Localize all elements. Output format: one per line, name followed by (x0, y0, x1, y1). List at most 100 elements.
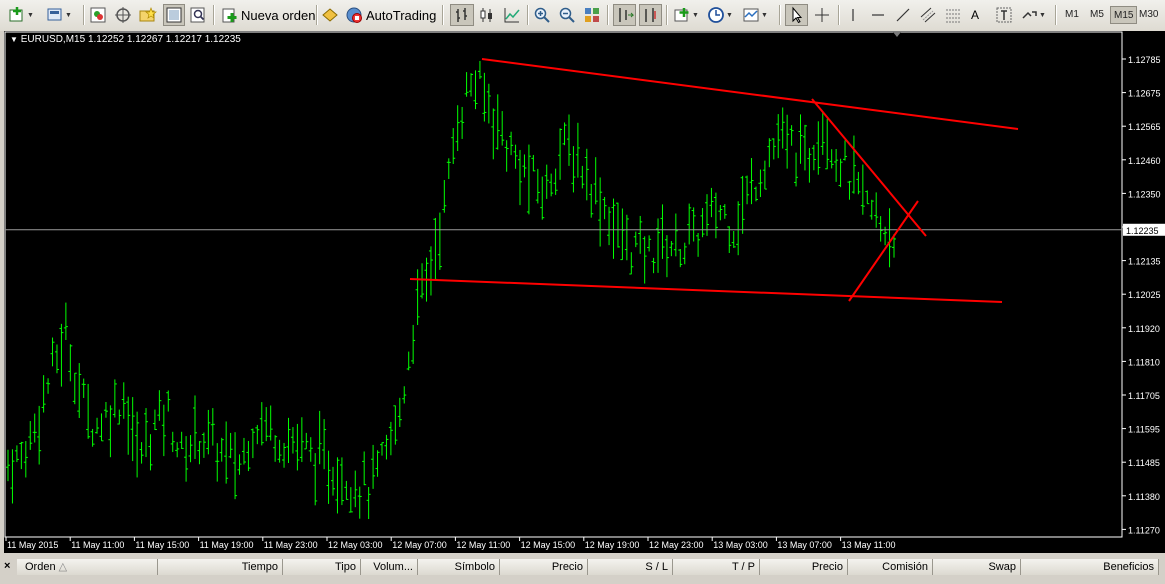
fibonacci-button[interactable] (944, 4, 962, 26)
price-bar (473, 70, 478, 110)
price-chart[interactable]: 1.12785 1.12675 1.12565 1.12460 1.12350 1.121… (4, 31, 1165, 553)
channel-icon (919, 6, 937, 24)
price-bar (46, 378, 51, 394)
price-bar (206, 409, 211, 455)
crosshair-button[interactable] (813, 4, 831, 26)
time-label: 11 May 15:00 (135, 540, 189, 550)
price-label: 1.12675 (1128, 89, 1161, 99)
price-bar (437, 212, 442, 270)
indicators-button[interactable]: ▼ (673, 4, 699, 26)
metaeditor-button[interactable] (321, 4, 339, 26)
price-bar (629, 252, 634, 275)
timeframe-m1[interactable]: M1 (1062, 6, 1082, 24)
price-bar (108, 405, 113, 458)
price-bar (411, 324, 416, 364)
col-simbolo[interactable]: Símbolo (418, 559, 500, 575)
channel-button[interactable] (919, 4, 937, 26)
price-bar (887, 208, 892, 268)
price-bar (277, 439, 282, 463)
col-beneficios[interactable]: Beneficios (1021, 559, 1159, 575)
periods-button[interactable]: ▼ (707, 4, 733, 26)
col-swap[interactable]: Swap (933, 559, 1021, 575)
text-label-button[interactable] (995, 4, 1013, 26)
trendline-button[interactable] (894, 4, 912, 26)
trendline[interactable] (481, 58, 1019, 130)
chart-canvas[interactable]: 1.12785 1.12675 1.12565 1.12460 1.12350 1.121… (4, 31, 1165, 553)
price-bar (802, 124, 807, 171)
cursor-button[interactable] (785, 4, 808, 26)
price-bar (789, 125, 794, 146)
tile-windows-button[interactable] (583, 4, 601, 26)
price-bar (615, 202, 620, 248)
price-bar (353, 470, 358, 508)
auto-scroll-button[interactable] (613, 4, 636, 26)
col-orden[interactable]: Orden △ (17, 559, 158, 575)
bar-chart-button[interactable] (450, 4, 474, 26)
time-label: 12 May 23:00 (649, 540, 704, 550)
col-tp[interactable]: T / P (673, 559, 760, 575)
col-tipo[interactable]: Tipo (283, 559, 361, 575)
price-bar (41, 375, 46, 413)
col-precio[interactable]: Precio (500, 559, 588, 575)
price-bar (54, 344, 59, 374)
market-watch-button[interactable] (89, 4, 107, 26)
price-label: 1.12135 (1128, 257, 1161, 267)
col-comision[interactable]: Comisión (848, 559, 933, 575)
horizontal-line-button[interactable] (869, 4, 887, 26)
trendline[interactable] (409, 278, 1003, 303)
price-bar (660, 204, 665, 259)
price-bar (709, 187, 714, 218)
new-chart-icon (8, 6, 26, 24)
arrows-button[interactable]: ▼ (1020, 4, 1046, 26)
data-window-button[interactable] (163, 4, 185, 26)
price-bar (130, 397, 135, 462)
price-bar (286, 417, 291, 463)
price-bar (152, 409, 157, 431)
price-bar (250, 428, 255, 459)
price-bar (295, 423, 300, 471)
navigator-button[interactable] (114, 4, 132, 26)
close-icon[interactable]: × (4, 560, 10, 572)
profiles-button[interactable]: ▼ (46, 4, 72, 26)
time-label: 12 May 11:00 (456, 540, 510, 550)
price-bar (28, 421, 33, 450)
timeframe-m5[interactable]: M5 (1087, 6, 1107, 24)
timeframe-m15[interactable]: M15 (1110, 6, 1138, 24)
col-sl[interactable]: S / L (588, 559, 673, 575)
new-order-button[interactable]: Nueva orden (220, 4, 315, 26)
collapse-arrow-icon[interactable]: ▼ (10, 35, 18, 44)
trendline[interactable] (848, 200, 919, 302)
templates-button[interactable]: ▼ (742, 4, 768, 26)
line-chart-button[interactable] (503, 4, 521, 26)
text-tool-button[interactable]: A (971, 4, 979, 26)
price-bar (811, 144, 816, 171)
price-bar (740, 175, 745, 234)
timeframe-m30[interactable]: M30 (1136, 6, 1161, 24)
col-volumen[interactable]: Volum... (361, 559, 418, 575)
zoom-out-button[interactable] (558, 4, 576, 26)
price-bar (816, 121, 821, 175)
col-precio-2[interactable]: Precio (760, 559, 848, 575)
favorites-button[interactable] (139, 4, 157, 26)
price-bar (157, 390, 162, 421)
price-bar (184, 436, 189, 482)
new-chart-button[interactable]: ▼ (8, 4, 34, 26)
autotrading-button[interactable]: AutoTrading (345, 4, 436, 26)
price-bar (366, 486, 371, 520)
price-bar (384, 434, 389, 460)
chart-shift-marker[interactable] (893, 32, 901, 37)
price-bar (6, 449, 10, 482)
price-bar (188, 435, 193, 463)
price-bar (428, 246, 433, 296)
vertical-line-button[interactable] (844, 4, 862, 26)
price-label: 1.11705 (1128, 391, 1160, 401)
price-bar (602, 196, 607, 220)
price-bar (210, 408, 215, 446)
col-tiempo[interactable]: Tiempo (158, 559, 283, 575)
chart-shift-button[interactable] (639, 4, 662, 26)
candlestick-button[interactable] (478, 4, 496, 26)
price-bar (758, 169, 763, 198)
strategy-tester-button[interactable] (189, 4, 207, 26)
zoom-in-button[interactable] (533, 4, 551, 26)
price-bar (869, 199, 874, 220)
